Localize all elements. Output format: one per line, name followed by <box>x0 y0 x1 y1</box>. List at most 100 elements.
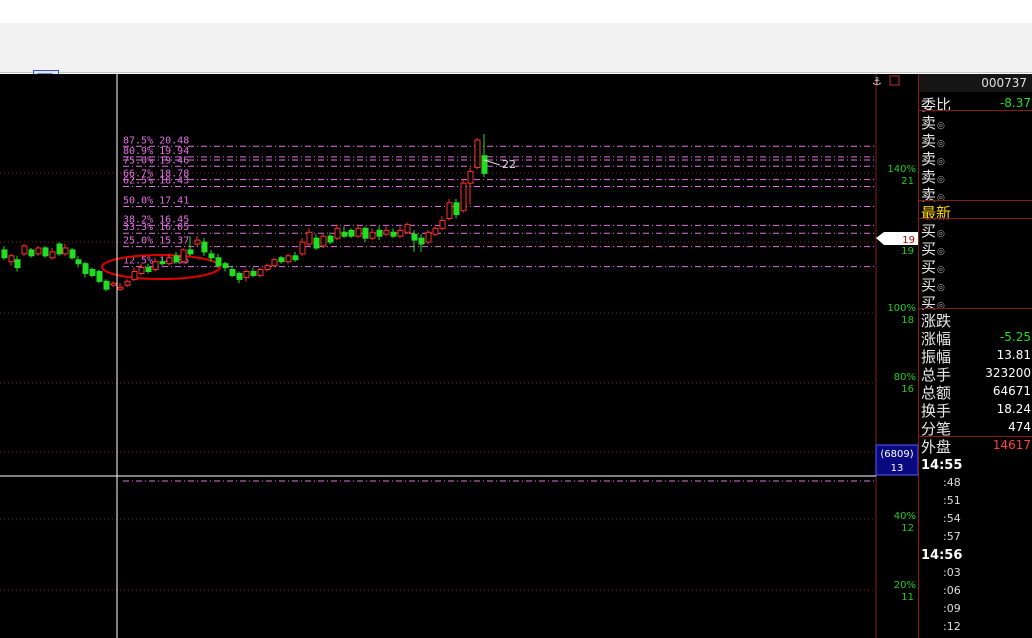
panel-icon <box>889 75 900 86</box>
candle-body-down <box>28 249 35 257</box>
candle-body-down <box>201 241 208 253</box>
window-top-strip <box>0 0 1032 23</box>
candle-body-down <box>96 271 103 282</box>
tick-time: :03 <box>943 566 961 579</box>
candle-body-up <box>180 249 187 263</box>
candle-body-up <box>124 280 131 286</box>
candle-body-up <box>397 229 404 237</box>
tick-row: :12 <box>919 620 1032 638</box>
sell-row: 卖◎ <box>919 112 1032 132</box>
candle-body-up <box>271 259 278 267</box>
candle-body-up <box>425 231 432 243</box>
candle-body-down <box>481 155 488 174</box>
tick-row: :09 <box>919 602 1032 620</box>
candle-body-up <box>62 247 69 255</box>
stat-row-value: 474 <box>1008 420 1031 434</box>
candle-body-down <box>418 237 425 245</box>
stat-row-value: 14617 <box>992 438 1031 452</box>
tick-time: 14:55 <box>921 458 963 473</box>
tick-time: :48 <box>943 476 961 489</box>
panel-divider <box>919 110 1032 111</box>
tick-time: :54 <box>943 512 961 525</box>
candle-body-down <box>390 231 397 237</box>
candle-body-up <box>243 271 250 278</box>
tick-row: :54 <box>919 512 1032 530</box>
anchor-icon: ⚓ <box>872 75 882 88</box>
fib-level-label: 50.0% 17.41 <box>123 196 189 207</box>
candle-body-down <box>89 269 96 276</box>
tick-row: :48 <box>919 476 1032 494</box>
axis-percent-label: 100% <box>887 303 916 314</box>
candle-body-down <box>208 253 215 259</box>
tick-row: :51 <box>919 494 1032 512</box>
stat-row-label: 外盘 <box>921 438 952 456</box>
buy-row: 买◎ <box>919 220 1032 240</box>
candle-body-up <box>446 202 453 220</box>
candle-body-down <box>236 272 243 280</box>
cursor-volume-label: (6809) <box>880 449 913 460</box>
candle-body-down <box>222 263 229 269</box>
candle-body-down <box>453 202 460 216</box>
fib-level-label: 33.3% 16.05 <box>123 222 189 233</box>
candle-body-down <box>250 271 257 276</box>
candle-body-down <box>82 263 89 274</box>
candle-body-down <box>348 229 355 237</box>
candle-body-up <box>299 241 306 255</box>
cursor-price-label: 13 <box>891 463 904 474</box>
buy-row: 买◎ <box>919 238 1032 258</box>
tick-row: :06 <box>919 584 1032 602</box>
axis-percent-label: 140% <box>887 164 916 175</box>
candle-body-down <box>313 237 320 249</box>
panel-divider <box>919 200 1032 201</box>
panel-divider <box>919 436 1032 437</box>
tick-time: :12 <box>943 620 961 633</box>
candle-body-down <box>173 255 180 263</box>
candle-body-up <box>369 231 376 239</box>
candlestick-chart[interactable]: ⚓ 87.5% 20.48 80.9% 19.94 75.0% 19.46 66.7% … <box>0 74 918 638</box>
tick-time: :51 <box>943 494 961 507</box>
candle-body-up <box>320 235 327 247</box>
quote-panel: 000737 委比 -8.37 卖◎ 卖◎ 卖◎ 卖◎ 卖◎ 最新 买◎ 买◎ 买◎ 买◎ 买◎… <box>918 74 1032 638</box>
fib-level-label: 25.0% 15.37 <box>123 236 189 247</box>
buy-row: 买◎ <box>919 256 1032 276</box>
candle-body-up <box>460 182 467 212</box>
chart-canvas: ⚓87.5% 20.4880.9% 19.9475.0% 19.4666.7% … <box>0 74 918 638</box>
stat-row-value: -5.25 <box>999 330 1031 344</box>
fib-level-label: 87.5% 20.48 <box>123 135 189 146</box>
candle-body-down <box>56 243 63 255</box>
candle-body-down <box>362 227 369 239</box>
stock-code: 000737 <box>919 74 1032 92</box>
candle-body-up <box>404 223 411 233</box>
candle-body-up <box>474 139 481 168</box>
candle-body-down <box>1 249 8 259</box>
stat-row: 涨幅 -5.25 <box>919 328 1032 348</box>
candle-body-down <box>215 257 222 267</box>
candle-body-down <box>278 257 285 263</box>
axis-percent-label: 40% <box>894 511 916 522</box>
candle-body-down <box>229 269 236 276</box>
buy-row: 买◎ <box>919 274 1032 294</box>
candle-body-down <box>411 233 418 241</box>
candle-body-up <box>467 170 474 184</box>
axis-value-label: 19 <box>901 246 914 257</box>
candle-body-up <box>131 271 138 280</box>
axis-value-label: 11 <box>901 592 914 603</box>
candle-body-up <box>334 227 341 239</box>
stat-row-value: 13.81 <box>996 348 1031 362</box>
candle-body-down <box>14 259 21 269</box>
axis-percent-label: 20% <box>894 580 916 591</box>
panel-divider <box>919 218 1032 219</box>
candle-body-up <box>21 245 28 255</box>
fib-level-label: 75.0% 19.46 <box>123 155 189 166</box>
sell-row: 卖◎ <box>919 130 1032 150</box>
stat-row-value: 323200 <box>985 366 1031 380</box>
candle-body-up <box>383 229 390 235</box>
candle-body-down <box>159 261 166 265</box>
sell-row: 卖◎ <box>919 148 1032 168</box>
tick-row: :57 <box>919 530 1032 548</box>
axis-value-label: 18 <box>901 315 914 326</box>
panel-divider <box>919 308 1032 309</box>
tick-time: :09 <box>943 602 961 615</box>
peak-label: 22 <box>502 158 516 171</box>
axis-value-label: 21 <box>901 176 914 187</box>
